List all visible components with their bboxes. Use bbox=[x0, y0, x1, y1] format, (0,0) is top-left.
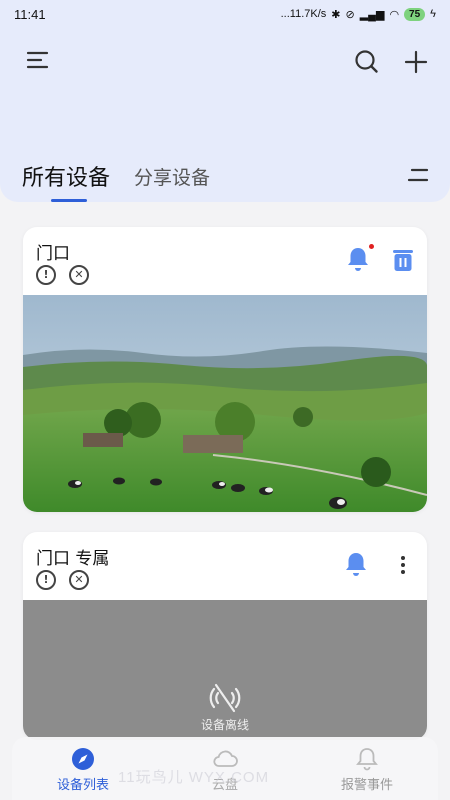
device-name: 门口 bbox=[36, 244, 70, 264]
no-signal-icon bbox=[207, 682, 243, 714]
device-card[interactable]: 门口 ! ✕ bbox=[23, 227, 427, 512]
mute-icon: ⊘ bbox=[345, 8, 355, 21]
info-icon[interactable]: ! bbox=[36, 570, 56, 590]
notification-dot bbox=[369, 244, 374, 249]
nav-label: 报警事件 bbox=[340, 778, 393, 793]
device-card[interactable]: 门口 专属 ! ✕ 设备离线 bbox=[23, 532, 427, 740]
wifi-icon: ◠ bbox=[389, 8, 400, 21]
status-time: 11:41 bbox=[14, 6, 46, 22]
device-status-icons: ! ✕ bbox=[36, 265, 89, 285]
tab-shared-devices[interactable]: 分享设备 bbox=[134, 163, 210, 190]
charging-icon: ϟ bbox=[430, 8, 436, 20]
plus-icon[interactable] bbox=[401, 47, 431, 77]
bluetooth-icon: ✱ bbox=[331, 8, 341, 21]
menu-icon[interactable] bbox=[24, 47, 52, 73]
info-icon[interactable]: ! bbox=[36, 265, 56, 285]
status-icons: ...11.7K/s ✱ ⊘ ▂▄▆ ◠ 75 ϟ bbox=[280, 7, 436, 21]
bell-icon[interactable] bbox=[343, 551, 369, 577]
network-speed: ...11.7K/s bbox=[280, 8, 327, 20]
camera-preview-image[interactable] bbox=[23, 295, 427, 512]
signal-icon: ▂▄▆ bbox=[359, 8, 385, 21]
status-bar: 11:41 ...11.7K/s ✱ ⊘ ▂▄▆ ◠ 75 ϟ bbox=[0, 0, 450, 28]
bell-icon[interactable] bbox=[345, 244, 374, 272]
nav-alarm-events[interactable]: 报警事件 bbox=[307, 737, 427, 793]
more-vertical-icon[interactable] bbox=[393, 552, 413, 578]
offline-label: 设备离线 bbox=[200, 718, 249, 732]
filter-icon[interactable] bbox=[404, 163, 432, 187]
compass-icon bbox=[72, 748, 94, 770]
search-icon[interactable] bbox=[352, 47, 382, 77]
close-circle-icon[interactable]: ✕ bbox=[69, 265, 89, 285]
offline-preview[interactable]: 设备离线 bbox=[23, 600, 427, 740]
trash-icon[interactable] bbox=[391, 247, 415, 273]
bell-icon bbox=[356, 748, 378, 771]
active-tab-indicator bbox=[51, 199, 87, 202]
battery-icon: 75 bbox=[404, 7, 426, 21]
tab-all-devices[interactable]: 所有设备 bbox=[22, 160, 110, 192]
device-status-icons: ! ✕ bbox=[36, 570, 89, 590]
close-circle-icon[interactable]: ✕ bbox=[69, 570, 89, 590]
nav-label: 设备列表 bbox=[56, 778, 109, 793]
watermark: 11玩鸟儿 WYX.COM bbox=[118, 769, 270, 786]
device-name: 门口 专属 bbox=[36, 549, 110, 569]
